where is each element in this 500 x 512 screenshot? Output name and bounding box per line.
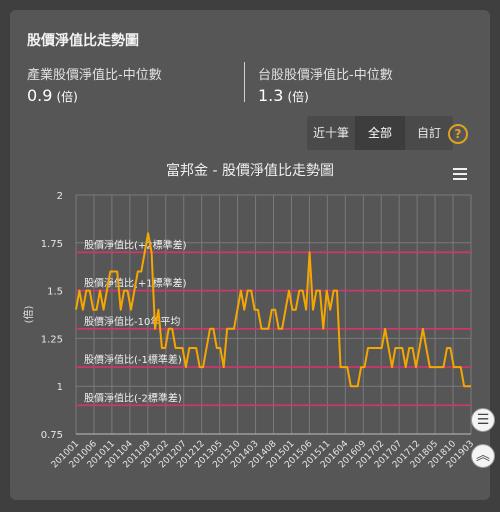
y-axis-label: (倍) [22,306,35,324]
y-tick-label: 2 [57,191,63,202]
y-tick-label: 0.75 [41,430,63,441]
double-chevron-up-icon[interactable]: ︽ [471,444,495,468]
band-label: 股價淨值比-10年平均 [84,315,180,328]
list-icon[interactable]: ☰ [471,408,495,432]
y-tick-label: 1.5 [47,287,63,298]
chart-panel: 股價淨值比走勢圖 產業股價淨值比-中位數 0.9 (倍) 台股股價淨值比-中位數 … [10,10,495,500]
pb-chart: 股價淨值比(+2標準差)股價淨值比(+1標準差)股價淨值比-10年平均股價淨值比… [22,191,476,470]
band-label: 股價淨值比(-2標準差) [84,391,182,404]
band-label: 股價淨值比(+2標準差) [84,238,187,251]
y-tick-label: 1.25 [41,334,63,345]
y-tick-label: 1.75 [41,239,63,250]
y-tick-label: 1 [57,382,63,393]
band-label: 股價淨值比(-1標準差) [84,353,182,366]
